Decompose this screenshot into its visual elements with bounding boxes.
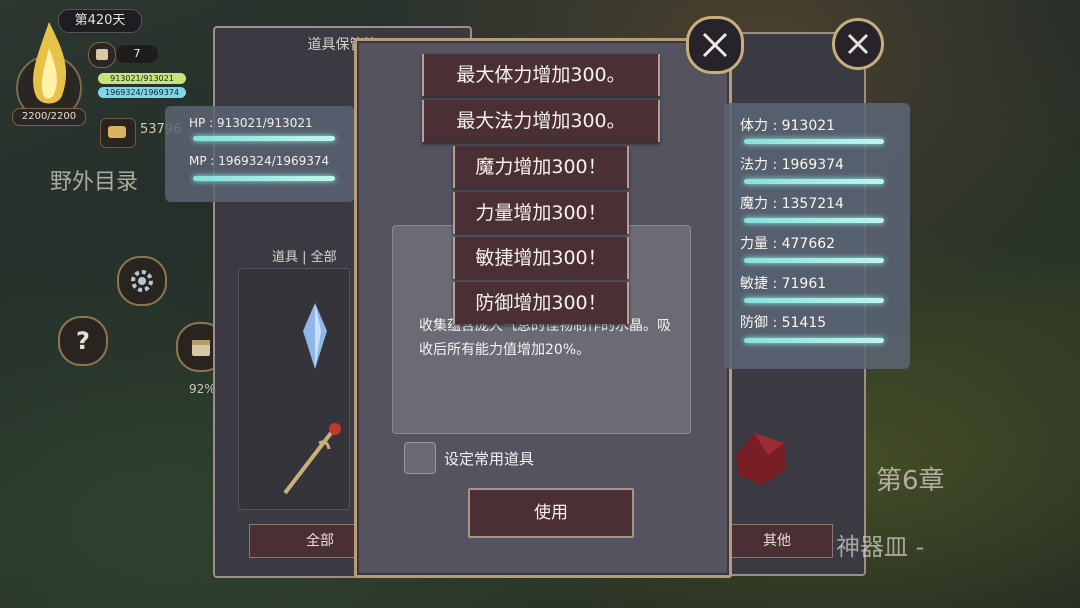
popup-max-mana: 最大法力增加300。 xyxy=(422,100,660,142)
close-icon[interactable] xyxy=(832,18,884,70)
stat-glow-bar xyxy=(744,179,884,184)
help-icon[interactable]: ? xyxy=(58,316,108,366)
mp-glow-bar xyxy=(193,176,335,181)
mp-stat: MP : 1969324/1969374 xyxy=(189,154,330,168)
field-directory-label[interactable]: 野外目录 xyxy=(50,164,138,196)
use-button[interactable]: 使用 xyxy=(468,488,634,538)
stat-defense: 防御 : 51415 xyxy=(740,315,827,331)
stat-magic: 魔力 : 1357214 xyxy=(740,196,844,212)
stat-glow-bar xyxy=(744,338,884,343)
item-tab-label[interactable]: 道具 | 全部 xyxy=(272,246,337,265)
gear-icon[interactable] xyxy=(117,256,167,306)
staff-icon[interactable] xyxy=(279,419,349,503)
orb-value: 2200/2200 xyxy=(12,108,86,126)
popup-magic: 魔力增加300！ xyxy=(453,146,629,188)
stat-glow-bar xyxy=(744,139,884,144)
stat-glow-bar xyxy=(744,218,884,223)
popup-agility: 敏捷增加300！ xyxy=(453,237,629,279)
ore-icon[interactable] xyxy=(728,425,792,493)
popup-max-stamina: 最大体力增加300。 xyxy=(422,54,660,96)
stat-glow-bar xyxy=(744,258,884,263)
stats-left-panel: HP : 913021/913021 MP : 1969324/1969374 xyxy=(165,106,355,202)
popup-defense: 防御增加300！ xyxy=(453,282,629,324)
hp-glow-bar xyxy=(193,136,335,141)
stat-glow-bar xyxy=(744,298,884,303)
close-icon[interactable] xyxy=(686,16,744,74)
stat-strength: 力量 : 477662 xyxy=(740,236,836,252)
favorite-checkbox[interactable] xyxy=(404,442,436,474)
stat-mana: 法力 : 1969374 xyxy=(740,157,844,173)
stat-stamina: 体力 : 913021 xyxy=(740,118,836,134)
progress-percent: 92% xyxy=(189,382,216,396)
chapter-label: 第6章 xyxy=(876,466,945,496)
calendar-icon[interactable] xyxy=(88,42,116,68)
inventory-grid xyxy=(238,268,350,510)
weapon-label: 神器皿 - xyxy=(836,533,925,561)
hp-mini-bar: 913021/913021 xyxy=(98,73,186,84)
mp-mini-bar: 1969324/1969374 xyxy=(98,87,186,98)
popup-strength: 力量增加300！ xyxy=(453,192,629,234)
calendar-count: 7 xyxy=(116,45,158,63)
crystal-icon[interactable] xyxy=(301,301,329,375)
hp-stat: HP : 913021/913021 xyxy=(189,116,313,130)
footer-other-button[interactable]: 其他 xyxy=(721,524,833,558)
favorite-checkbox-label: 设定常用道具 xyxy=(444,450,535,468)
stats-right-panel: 体力 : 913021 法力 : 1969374 魔力 : 1357214 力量… xyxy=(724,103,910,369)
stat-agility: 敏捷 : 71961 xyxy=(740,276,827,292)
gold-icon xyxy=(100,118,136,148)
